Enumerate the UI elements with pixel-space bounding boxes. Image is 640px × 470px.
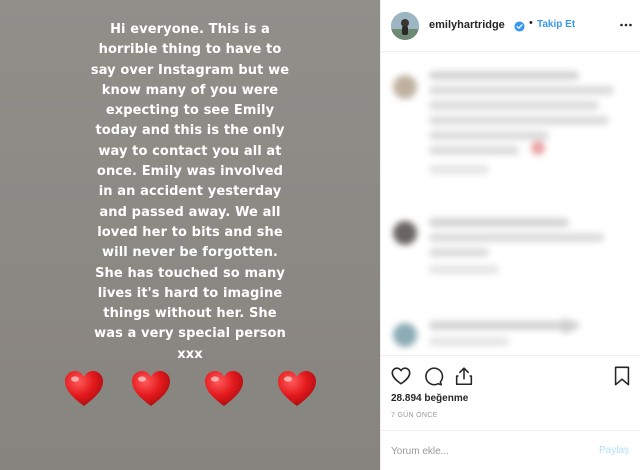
post-timestamp: 7 GÜN ÖNCE: [391, 412, 438, 419]
blurred-text: [429, 248, 489, 257]
like-heart-icon[interactable]: [390, 365, 412, 387]
add-comment-bar: Paylaş: [381, 430, 640, 470]
heart-emoji-icon: [277, 370, 317, 408]
story-line: say over Instagram but we: [90, 62, 290, 78]
more-options-icon[interactable]: [619, 18, 633, 32]
blurred-text: [429, 337, 509, 346]
emoji-icon: [531, 141, 545, 155]
story-line: in an accident yesterday: [98, 184, 282, 200]
story-line: and passed away. We all: [99, 204, 281, 220]
blurred-text: [429, 233, 604, 242]
username-link[interactable]: emilyhartridge: [429, 19, 505, 31]
comments-section-blurred: [381, 53, 640, 353]
post-sidebar: emilyhartridge • Takip Et 28.894 beğenme…: [380, 0, 640, 470]
story-line: will never be forgotten.: [102, 245, 278, 261]
avatar: [393, 75, 417, 99]
blurred-text: [429, 218, 569, 227]
comment-bubble-icon[interactable]: [422, 365, 444, 387]
comment-input[interactable]: [391, 443, 581, 459]
story-line: today and this is the only: [95, 123, 285, 139]
story-line: xxx: [177, 346, 203, 362]
blurred-text: [429, 116, 609, 125]
heart-emoji-icon: [204, 370, 244, 408]
story-line: know many of you were: [101, 82, 279, 98]
story-line: way to contact you all at: [98, 143, 282, 159]
bookmark-icon[interactable]: [611, 365, 633, 387]
post-header: emilyhartridge • Takip Et: [381, 0, 640, 52]
story-line: horrible thing to have to: [98, 42, 282, 58]
blurred-text: [429, 165, 489, 174]
blurred-text: [429, 86, 614, 95]
blurred-text: [429, 71, 579, 80]
avatar: [393, 221, 417, 245]
heart-emoji-icon: [131, 370, 171, 408]
story-line: lives it's hard to imagine: [97, 285, 283, 301]
story-line: She has touched so many: [95, 265, 285, 281]
separator-dot: •: [529, 17, 533, 29]
verified-badge-icon: [514, 19, 525, 32]
avatar: [393, 323, 417, 347]
story-line: expecting to see Emily: [105, 103, 275, 119]
likes-count[interactable]: 28.894 beğenme: [391, 393, 468, 404]
blurred-text: [429, 101, 599, 110]
emoji-icon: [559, 319, 573, 333]
follow-button[interactable]: Takip Et: [537, 19, 575, 30]
heart-emoji-icon: [64, 370, 104, 408]
blurred-text: [429, 321, 579, 330]
story-line: loved her to bits and she: [97, 224, 283, 240]
story-line: things without her. She: [103, 306, 277, 322]
avatar[interactable]: [391, 12, 419, 40]
story-message: Hi everyone. This is a horrible thing to…: [70, 20, 310, 365]
story-line: once. Emily was involved: [96, 164, 284, 180]
blurred-text: [429, 131, 549, 140]
story-image: Hi everyone. This is a horrible thing to…: [0, 0, 380, 470]
story-line: Hi everyone. This is a: [110, 22, 270, 37]
hearts-row: [0, 370, 380, 410]
story-line: was a very special person: [94, 326, 286, 342]
blurred-text: [429, 146, 519, 155]
blurred-text: [429, 265, 499, 274]
share-icon[interactable]: [453, 365, 475, 387]
post-comment-button[interactable]: Paylaş: [599, 445, 629, 456]
post-actions: 28.894 beğenme 7 GÜN ÖNCE: [381, 355, 640, 435]
